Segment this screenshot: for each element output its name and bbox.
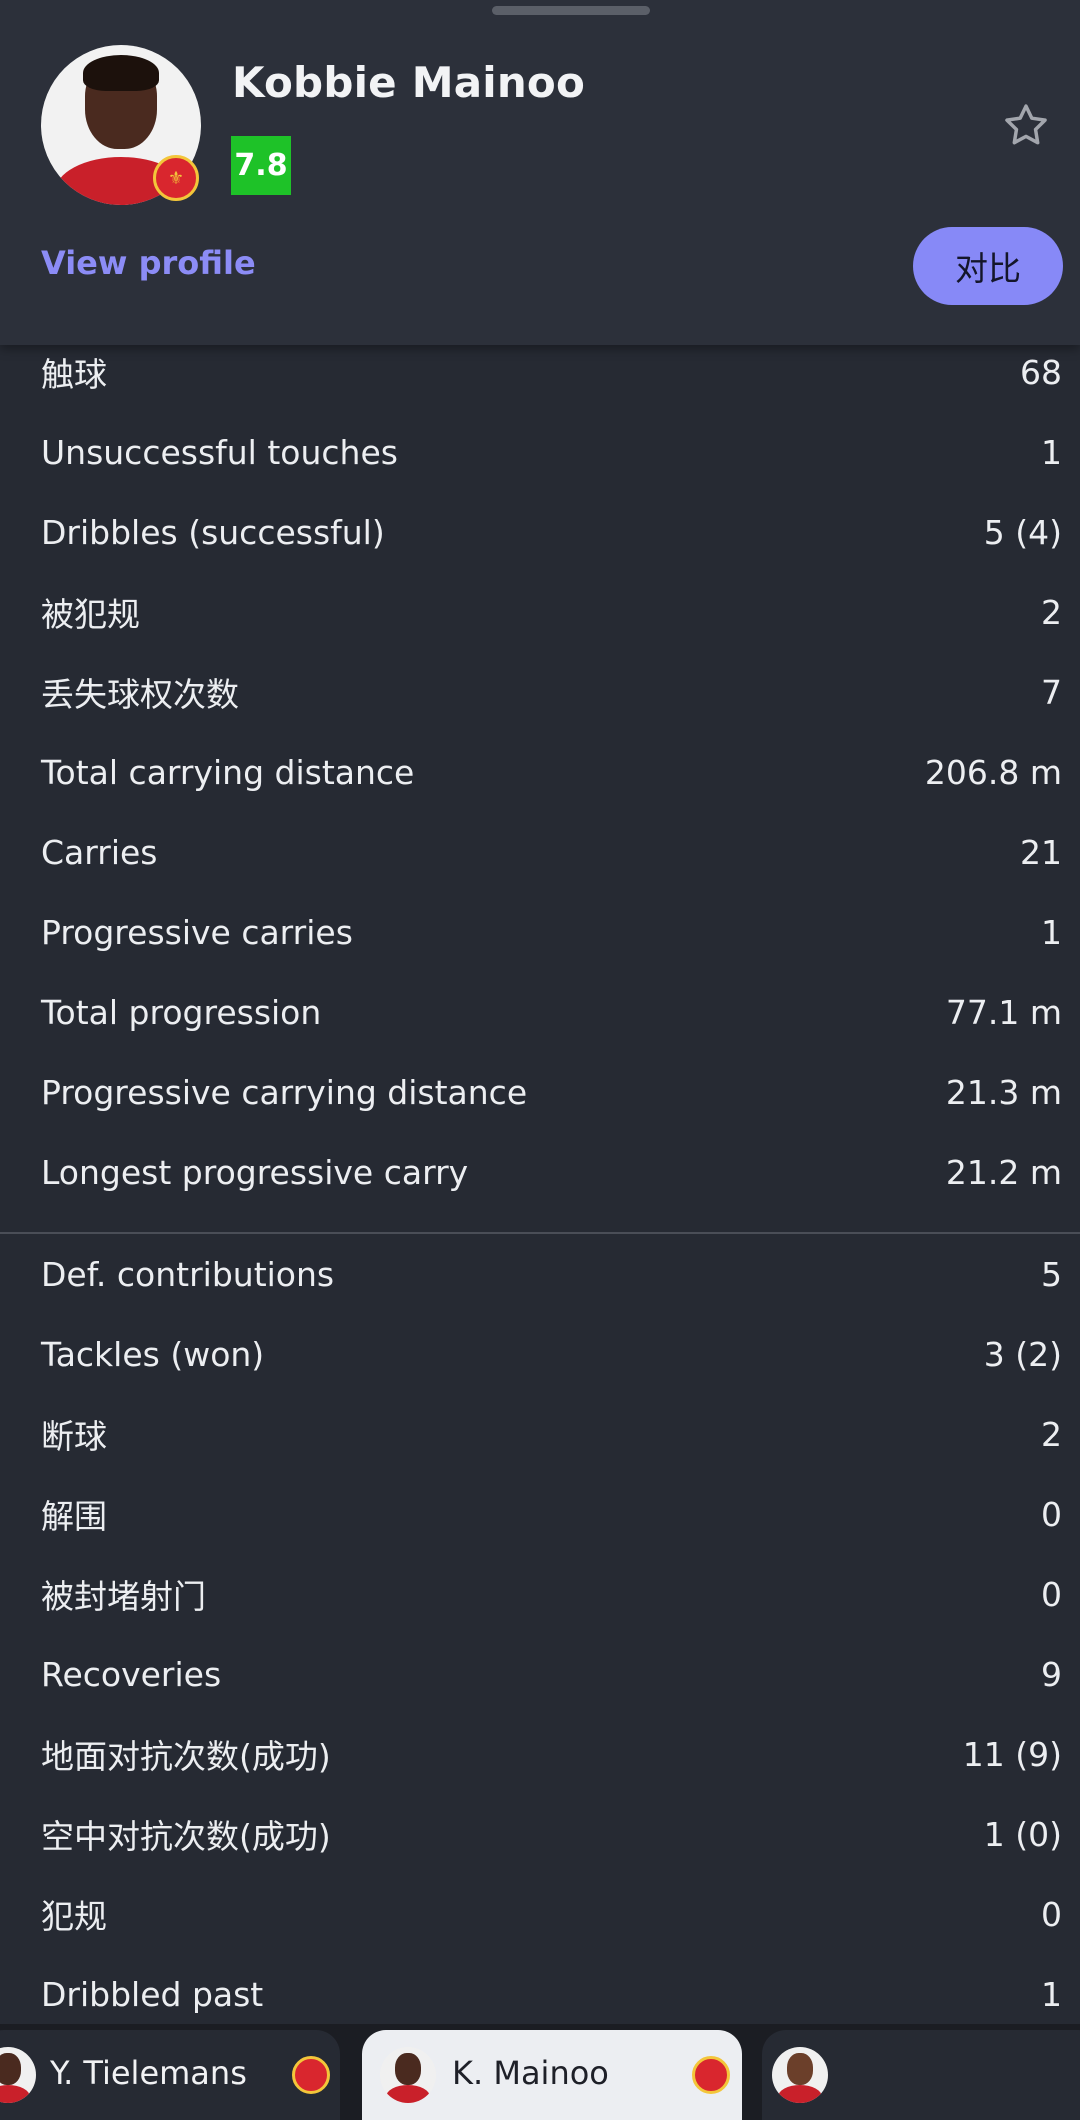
club-badge-icon: ⚜ <box>153 155 199 201</box>
rating-badge: 7.8 <box>231 136 291 195</box>
player-tab-avatar <box>380 2047 436 2103</box>
stat-row: Recoveries 9 <box>0 1634 1080 1714</box>
stat-value: 3 (2) <box>983 1334 1062 1374</box>
stat-row: Unsuccessful touches 1 <box>0 412 1080 492</box>
stat-row: Total progression 77.1 m <box>0 972 1080 1052</box>
stat-row: Longest progressive carry 21.2 m <box>0 1132 1080 1212</box>
player-header: ⚜ Kobbie Mainoo 7.8 View profile 对比 <box>0 0 1080 345</box>
stat-row: Progressive carrying distance 21.3 m <box>0 1052 1080 1132</box>
stat-value: 1 (0) <box>983 1814 1062 1854</box>
stats-group-ball: 触球 68 Unsuccessful touches 1 Dribbles (succe… <box>0 332 1080 1212</box>
stat-label: 地面对抗次数(成功) <box>41 1737 331 1776</box>
stat-label: 被封堵射门 <box>41 1577 206 1616</box>
stat-value: 0 <box>1041 1894 1062 1934</box>
player-tab-name: Y. Tielemans <box>50 2054 247 2092</box>
stat-label: Progressive carrying distance <box>41 1072 528 1112</box>
stat-row: Tackles (won) 3 (2) <box>0 1314 1080 1394</box>
stat-value: 5 (4) <box>983 512 1062 552</box>
stat-value: 21.3 m <box>945 1072 1062 1112</box>
stat-value: 0 <box>1041 1494 1062 1534</box>
stat-row: Def. contributions 5 <box>0 1234 1080 1314</box>
stat-value: 1 <box>1041 432 1062 472</box>
player-name: Kobbie Mainoo <box>232 58 586 107</box>
stat-value: 21.2 m <box>945 1152 1062 1192</box>
stat-label: Total progression <box>41 992 322 1032</box>
star-outline-icon <box>1005 104 1047 145</box>
stat-value: 11 (9) <box>962 1734 1062 1774</box>
stat-row: 断球 2 <box>0 1394 1080 1474</box>
stat-value: 5 <box>1041 1254 1062 1294</box>
stat-label: 丢失球权次数 <box>41 675 239 714</box>
stat-value: 2 <box>1041 592 1062 632</box>
stat-row: 犯规 0 <box>0 1874 1080 1954</box>
stat-label: 犯规 <box>41 1897 107 1936</box>
player-tab-avatar <box>772 2047 828 2103</box>
stat-value: 21 <box>1020 832 1062 872</box>
stat-row: Dribbles (successful) 5 (4) <box>0 492 1080 572</box>
stat-row: Carries 21 <box>0 812 1080 892</box>
stat-value: 9 <box>1041 1654 1062 1694</box>
player-tabs-bar: Y. Tielemans K. Mainoo <box>0 2024 1080 2120</box>
stat-row: Progressive carries 1 <box>0 892 1080 972</box>
stat-value: 1 <box>1041 912 1062 952</box>
stat-value: 206.8 m <box>924 752 1062 792</box>
player-tab-tielemans[interactable]: Y. Tielemans <box>0 2030 340 2120</box>
stat-label: Total carrying distance <box>41 752 415 792</box>
favorite-button[interactable] <box>996 96 1056 156</box>
drag-handle[interactable] <box>492 6 650 15</box>
stat-row: 丢失球权次数 7 <box>0 652 1080 732</box>
stat-label: 解围 <box>41 1497 107 1536</box>
stat-value: 7 <box>1041 672 1062 712</box>
stat-label: Carries <box>41 832 158 872</box>
stat-label: Tackles (won) <box>41 1334 265 1374</box>
stat-value: 0 <box>1041 1574 1062 1614</box>
club-badge-icon <box>692 2056 730 2094</box>
stat-value: 68 <box>1020 352 1062 392</box>
stat-row: 地面对抗次数(成功) 11 (9) <box>0 1714 1080 1794</box>
stat-row: 被犯规 2 <box>0 572 1080 652</box>
stat-label: 被犯规 <box>41 595 140 634</box>
stat-row: 被封堵射门 0 <box>0 1554 1080 1634</box>
compare-button[interactable]: 对比 <box>913 227 1063 305</box>
stat-row: 空中对抗次数(成功) 1 (0) <box>0 1794 1080 1874</box>
stat-value: 2 <box>1041 1414 1062 1454</box>
stat-label: Dribbles (successful) <box>41 512 385 552</box>
stat-label: Progressive carries <box>41 912 353 952</box>
stat-label: 触球 <box>41 355 107 394</box>
stat-row: Total carrying distance 206.8 m <box>0 732 1080 812</box>
view-profile-link[interactable]: View profile <box>41 244 256 282</box>
stat-label: Recoveries <box>41 1654 222 1694</box>
stat-row: 解围 0 <box>0 1474 1080 1554</box>
player-tab-mainoo[interactable]: K. Mainoo <box>362 2030 742 2120</box>
stat-label: 断球 <box>41 1417 107 1456</box>
stat-label: Def. contributions <box>41 1254 335 1294</box>
player-tab-third[interactable] <box>762 2030 1080 2120</box>
player-tab-avatar <box>0 2047 36 2103</box>
stat-value: 77.1 m <box>945 992 1062 1032</box>
stat-value: 1 <box>1041 1974 1062 2014</box>
stat-label: Longest progressive carry <box>41 1152 469 1192</box>
player-tab-name: K. Mainoo <box>452 2054 609 2092</box>
club-badge-icon <box>292 2056 330 2094</box>
stat-label: Unsuccessful touches <box>41 432 398 472</box>
stat-label: Dribbled past <box>41 1974 264 2014</box>
stats-group-defense: Def. contributions 5 Tackles (won) 3 (2) 断球 2… <box>0 1234 1080 2034</box>
stat-row: Dribbled past 1 <box>0 1954 1080 2034</box>
stats-list: 触球 68 Unsuccessful touches 1 Dribbles (succe… <box>0 332 1080 2034</box>
stat-label: 空中对抗次数(成功) <box>41 1817 331 1856</box>
